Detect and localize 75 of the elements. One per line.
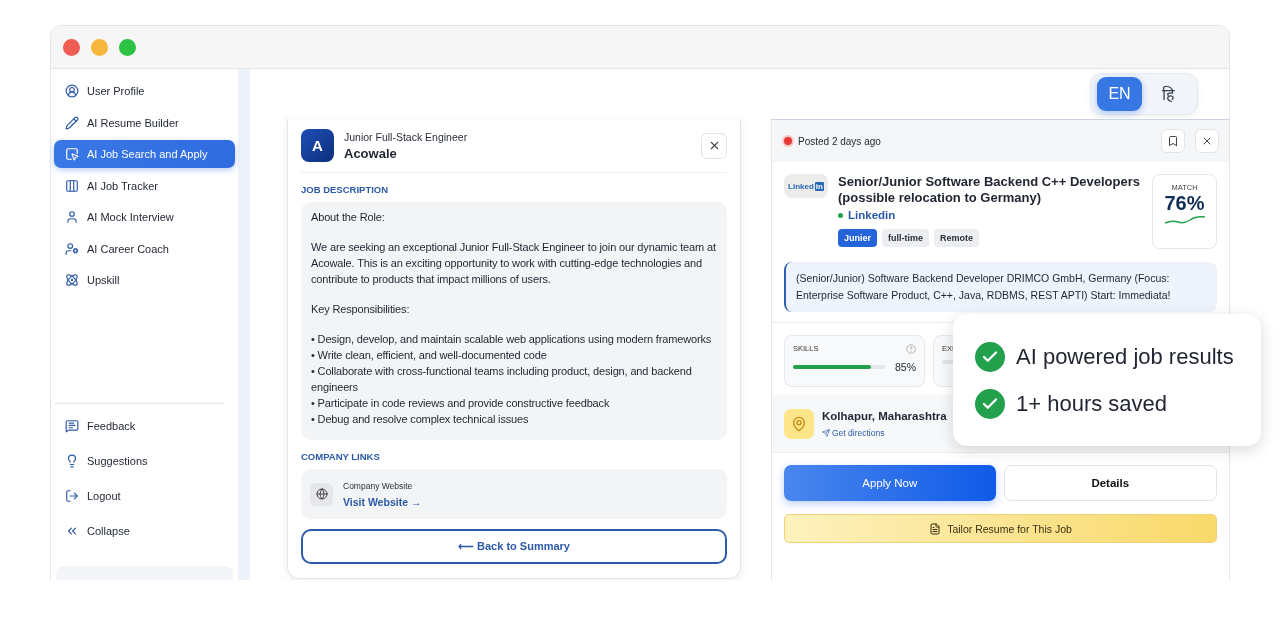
company-name: Acowale (344, 145, 398, 161)
back-button[interactable]: ⟵ Back to Summary (301, 529, 727, 564)
apply-button[interactable]: Apply Now (784, 465, 996, 501)
description-text: • Debug and resolve complex technical issues (311, 412, 530, 427)
sidebar-item[interactable]: Collapse (54, 517, 235, 545)
window-control-icon[interactable] (119, 38, 136, 56)
bookmark-icon (1167, 135, 1179, 147)
person-gear-icon (65, 241, 79, 256)
sidebar-item[interactable]: AI Job Search and Apply (54, 140, 235, 168)
sidebar-item[interactable]: Upskill (54, 266, 235, 294)
language-option[interactable]: EN (1097, 77, 1142, 111)
window-control-icon[interactable] (91, 38, 108, 56)
description-text: Key Responsibilities: (311, 302, 411, 317)
logo-badge: in (814, 181, 824, 191)
job-source: Linkedin (838, 209, 1142, 221)
check-icon (975, 341, 1005, 372)
description-text: We are seeking an exceptional Junior Full-Stack Engineer to join our dynamic team at Acowale. This is an exciting opportunity to work with cutting-edge technologies and contribute to products that impact millions of users. (311, 240, 717, 287)
close-button[interactable] (701, 132, 727, 159)
job-subtitle: Junior Full-Stack Engineer (344, 130, 469, 143)
logo-text: Linked (788, 181, 814, 191)
sidebar-item[interactable]: AI Career Coach (54, 234, 235, 263)
close-icon (1201, 135, 1213, 147)
chevrons-left-icon (65, 524, 79, 538)
posted-time: Posted 2 days ago (798, 135, 882, 147)
section-heading: COMPANY LINKS (301, 451, 381, 462)
bookmark-button[interactable] (1161, 129, 1185, 153)
sidebar-item[interactable]: Feedback (54, 412, 235, 440)
person-icon (65, 210, 79, 224)
sidebar-item[interactable]: Suggestions (54, 447, 235, 475)
language-option[interactable]: हि (1146, 77, 1191, 111)
sidebar-item[interactable]: Logout (54, 482, 235, 510)
job-tag: Junier (838, 229, 877, 247)
description-text: • Participate in code reviews and provide constructive feedback (311, 396, 611, 411)
globe-icon (310, 482, 333, 506)
description-text: • Write clean, efficient, and well-documented code (311, 348, 548, 363)
job-tag: full-time (882, 229, 929, 247)
tailor-resume-button[interactable]: Tailor Resume for This Job (784, 514, 1217, 543)
stat-value: 85% (895, 361, 916, 373)
match-score: 76% (1164, 192, 1205, 215)
directions-link[interactable]: Get directions (822, 427, 947, 438)
map-pin-icon (784, 408, 814, 439)
close-button[interactable] (1195, 129, 1219, 153)
details-button[interactable]: Details (1003, 465, 1217, 501)
logout-icon (65, 489, 79, 503)
sidebar-item[interactable]: AI Resume Builder (54, 108, 235, 137)
location-text: Kolhapur, Maharashtra (822, 409, 947, 422)
user-circle-icon (65, 84, 79, 98)
check-icon (975, 388, 1005, 419)
columns-icon (65, 178, 79, 193)
cursor-square-icon (65, 147, 79, 161)
sidebar-item[interactable]: AI Mock Interview (54, 203, 235, 231)
document-icon (929, 522, 942, 535)
job-tag: Remote (934, 229, 980, 247)
highlight-text: AI powered job results (1016, 343, 1234, 370)
message-icon (65, 419, 79, 433)
sidebar-item[interactable]: User Profile (54, 77, 235, 105)
status-dot (784, 137, 792, 145)
job-summary: (Senior/Junior) Software Backend Developer DRIMCO GmbH, Germany (Focus: Enterprise Software Product, C++, Java, RDBMS, REST APTI) Start: Immediata! (784, 262, 1217, 312)
section-heading: JOB DESCRIPTION (301, 184, 390, 195)
link-label: Company Website (343, 480, 414, 491)
atom-icon (65, 273, 79, 287)
description-text: • Design, develop, and maintain scalable web applications using modern frameworks (311, 332, 713, 347)
help-icon (906, 344, 916, 354)
highlight-text: 1+ hours saved (1016, 390, 1168, 417)
sparkline (1163, 215, 1206, 225)
lightbulb-icon (65, 454, 79, 468)
company-logo: A (301, 129, 334, 162)
window-control-icon[interactable] (63, 38, 80, 56)
website-link[interactable]: Visit Website → (343, 495, 422, 508)
send-icon (822, 428, 830, 437)
description-text: About the Role: (311, 210, 386, 225)
job-title: Senior/Junior Software Backend C++ Developers (possible relocation to Germany) (838, 174, 1141, 206)
sidebar-item[interactable]: AI Job Tracker (54, 171, 235, 200)
pencil-icon (65, 115, 79, 130)
description-text: • Collaborate with cross-functional teams including product, design, and backend engineers (311, 364, 693, 395)
